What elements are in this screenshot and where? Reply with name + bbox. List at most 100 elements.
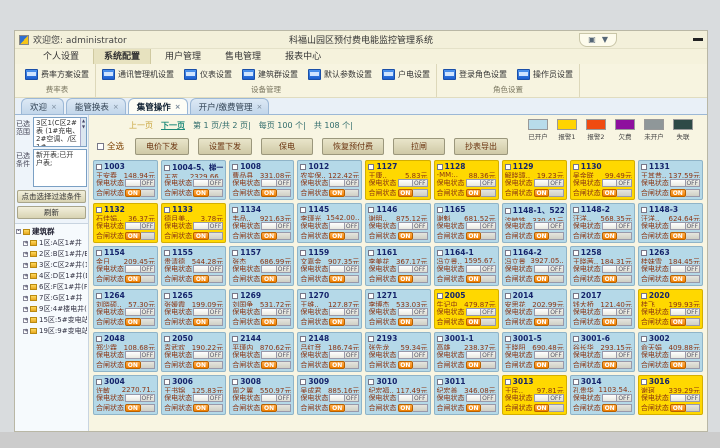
supply-status-toggle[interactable]: OFF [329,351,359,359]
breaker-status-toggle[interactable]: ON [329,318,359,326]
breaker-status-toggle[interactable]: ON [329,275,359,283]
breaker-status-toggle[interactable]: ON [670,275,700,283]
meter-checkbox[interactable] [164,207,170,213]
meter-card[interactable]: 2014 安思花 202.99元 保电状态 OFF 合闸状态 ON [502,289,567,329]
breaker-status-toggle[interactable]: ON [398,318,428,326]
breaker-status-toggle[interactable]: ON [602,318,632,326]
meter-checkbox[interactable] [232,207,238,213]
skin-icon[interactable]: ▣ [588,35,596,44]
toolbar-button-4[interactable]: 恢复预付费 [322,138,384,155]
meter-card[interactable]: 1164-1 冯立景.. 1595.67.. 保电状态 OFF 合闸状态 ON [434,246,499,286]
meter-card[interactable]: 2020 桂飞 199.93元 保电状态 OFF 合闸状态 ON [638,289,703,329]
ribbon-button[interactable]: 仪表设置 [184,69,232,80]
meter-checkbox[interactable] [641,379,647,385]
meter-checkbox[interactable] [573,207,579,213]
close-tab-icon[interactable]: × [257,103,263,111]
meter-checkbox[interactable] [641,164,647,170]
meter-checkbox[interactable] [437,293,443,299]
supply-status-toggle[interactable]: OFF [125,308,155,316]
meter-card[interactable]: 1159 文嘉金 907.35元 保电状态 OFF 合闸状态 ON [297,246,362,286]
meter-card[interactable]: 1134 韦品.. 921.63元 保电状态 OFF 合闸状态 ON [229,203,294,243]
meter-checkbox[interactable] [505,379,511,385]
tab-4[interactable]: 开户/缴费管理× [190,98,270,114]
meter-checkbox[interactable] [505,293,511,299]
tab-3[interactable]: 集管操作× [128,98,188,114]
meter-checkbox[interactable] [437,207,443,213]
supply-status-toggle[interactable]: OFF [329,222,359,230]
breaker-status-toggle[interactable]: ON [466,232,496,240]
supply-status-toggle[interactable]: OFF [602,308,632,316]
meter-checkbox[interactable] [96,336,102,342]
breaker-status-toggle[interactable]: ON [670,189,700,197]
breaker-status-toggle[interactable]: ON [125,189,155,197]
ribbon-button[interactable]: 建筑群设置 [242,69,298,80]
meter-checkbox[interactable] [300,207,306,213]
expand-icon[interactable]: + [23,296,28,301]
expand-icon[interactable]: + [23,263,28,268]
meter-checkbox[interactable] [368,336,374,342]
tree-item[interactable]: +3区:C区2#井(1# [16,259,87,270]
meter-card[interactable]: 1271 李博杰 533.03元 保电状态 OFF 合闸状态 ON [365,289,430,329]
meter-card[interactable]: 1264 刘晓硕.. 57.30元 保电状态 OFF 合闸状态 ON [93,289,158,329]
supply-status-toggle[interactable]: OFF [193,351,223,359]
supply-status-toggle[interactable]: OFF [534,265,564,273]
meter-card[interactable]: 2048 郑少霖 108.68元 保电状态 OFF 合闸状态 ON [93,332,158,372]
meter-card[interactable]: 2005 牛记中 479.87元 保电状态 OFF 合闸状态 ON [434,289,499,329]
meter-checkbox[interactable] [232,336,238,342]
meter-card[interactable]: 1165 谢魁 681.52元 保电状态 OFF 合闸状态 ON [434,203,499,243]
meter-card[interactable]: 3001-6 谷长华 293.15元 保电状态 OFF 合闸状态 ON [570,332,635,372]
supply-status-toggle[interactable]: OFF [261,179,291,187]
breaker-status-toggle[interactable]: ON [261,189,291,197]
meter-checkbox[interactable] [505,250,511,256]
meter-card[interactable]: 1128 -MM:.. 88.36元 保电状态 OFF 合闸状态 ON [434,160,499,200]
meter-checkbox[interactable] [300,379,306,385]
tree-item[interactable]: +7区:G区1#井 [16,292,87,303]
supply-status-toggle[interactable]: OFF [398,179,428,187]
meter-checkbox[interactable] [641,336,647,342]
breaker-status-toggle[interactable]: ON [261,232,291,240]
breaker-status-toggle[interactable]: ON [398,404,428,412]
meter-checkbox[interactable] [96,164,102,170]
meter-checkbox[interactable] [96,379,102,385]
expand-icon[interactable]: + [23,241,28,246]
breaker-status-toggle[interactable]: ON [261,318,291,326]
breaker-status-toggle[interactable]: ON [466,275,496,283]
close-tab-icon[interactable]: × [175,103,181,111]
meter-checkbox[interactable] [300,164,306,170]
meter-card[interactable]: 3002 俞天娟 409.88元 保电状态 OFF 合闸状态 ON [638,332,703,372]
next-page-link[interactable]: 下一页 [161,120,185,131]
meter-checkbox[interactable] [232,379,238,385]
supply-status-toggle[interactable]: OFF [193,308,223,316]
meter-checkbox[interactable] [368,293,374,299]
supply-status-toggle[interactable]: OFF [261,222,291,230]
tree-item[interactable]: +4区:D区1#井(D [16,270,87,281]
breaker-status-toggle[interactable]: ON [670,232,700,240]
meter-checkbox[interactable] [573,379,579,385]
tree-root[interactable]: - 建筑群 [16,226,87,237]
ribbon-button[interactable]: 费率方案设置 [25,69,89,80]
breaker-status-toggle[interactable]: ON [193,275,223,283]
tree-item[interactable]: +6区:F区1#井(F [16,281,87,292]
meter-card[interactable]: 1161 李美花 367.17元 保电状态 OFF 合闸状态 ON [365,246,430,286]
breaker-status-toggle[interactable]: ON [329,361,359,369]
meter-card[interactable]: 3016 谢珂 339.29元 保电状态 OFF 合闸状态 ON [638,375,703,415]
meter-card[interactable]: 2017 钱大桥 121.40元 保电状态 OFF 合闸状态 ON [570,289,635,329]
supply-status-toggle[interactable]: OFF [398,308,428,316]
tab-1[interactable]: 欢迎× [21,98,64,114]
minimize-button[interactable] [693,38,703,41]
meter-checkbox[interactable] [164,250,170,256]
chevron-down-icon[interactable]: ▼ [602,35,608,44]
breaker-status-toggle[interactable]: ON [670,318,700,326]
breaker-status-toggle[interactable]: ON [466,318,496,326]
breaker-status-toggle[interactable]: ON [534,404,564,412]
tree-item[interactable]: +1区:A区1#井 [16,237,87,248]
meter-checkbox[interactable] [300,293,306,299]
breaker-status-toggle[interactable]: ON [466,404,496,412]
meter-checkbox[interactable] [368,250,374,256]
meter-card[interactable]: 1133 德月美.. 3.78元 保电状态 OFF 合闸状态 ON [161,203,226,243]
meter-checkbox[interactable] [573,164,579,170]
meter-card[interactable]: 2050 袁武欢 190.22元 保电状态 OFF 合闸状态 ON [161,332,226,372]
tree-item[interactable]: +2区:B区1#井/B区2# [16,248,87,259]
meter-checkbox[interactable] [300,250,306,256]
meter-checkbox[interactable] [232,164,238,170]
